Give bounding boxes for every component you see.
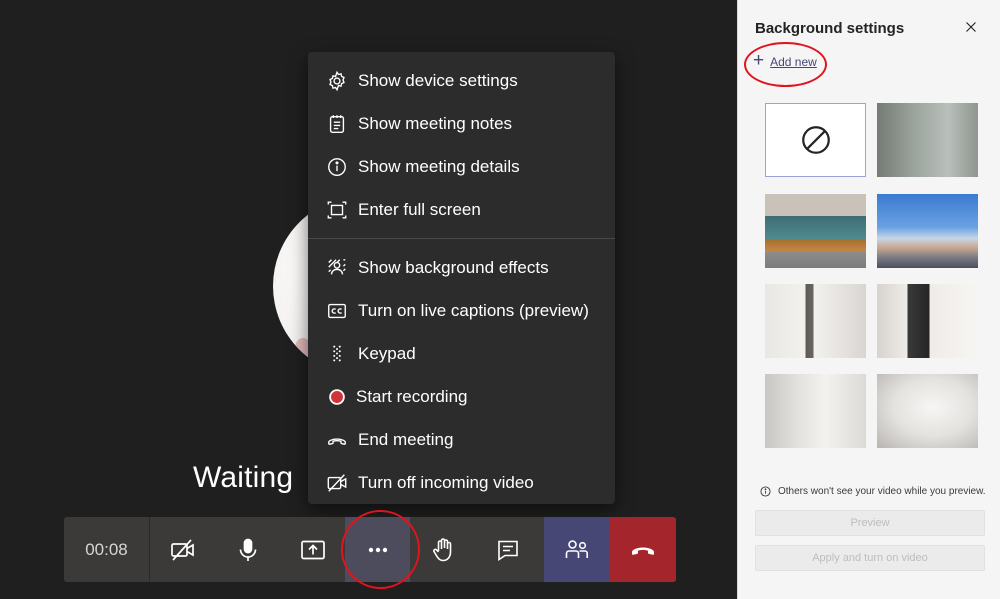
background-option-room[interactable] (877, 284, 978, 358)
background-effects-icon (326, 257, 348, 279)
chat-icon (497, 540, 518, 561)
background-option-room[interactable] (765, 284, 866, 358)
menu-item-background-effects[interactable]: Show background effects (308, 246, 615, 289)
background-option-office[interactable] (765, 194, 866, 268)
menu-item-full-screen[interactable]: Enter full screen (308, 188, 615, 231)
preview-note-text: Others won't see your video while you pr… (778, 486, 986, 497)
background-option-room[interactable] (877, 374, 978, 448)
captions-icon (326, 300, 348, 322)
microphone-button[interactable] (215, 517, 280, 582)
menu-divider (308, 238, 615, 239)
more-actions-button[interactable] (345, 517, 410, 582)
menu-item-label: Show meeting details (358, 156, 520, 176)
background-option-none[interactable] (765, 103, 866, 177)
menu-item-label: Start recording (356, 386, 468, 406)
video-off-icon (326, 472, 348, 494)
hang-up-icon (631, 547, 654, 555)
preview-note: Others won't see your video while you pr… (760, 486, 986, 497)
background-settings-panel: Background settings + Add new Others won… (737, 0, 1000, 599)
record-icon (326, 386, 348, 408)
plus-icon: + (753, 49, 765, 71)
menu-item-label: Turn on live captions (preview) (358, 300, 589, 320)
end-meeting-icon (326, 429, 348, 451)
apply-button[interactable]: Apply and turn on video (755, 545, 985, 571)
menu-item-start-recording[interactable]: Start recording (308, 375, 615, 418)
preview-button[interactable]: Preview (755, 510, 985, 536)
hang-up-button[interactable] (609, 517, 676, 582)
menu-item-meeting-details[interactable]: Show meeting details (308, 145, 615, 188)
camera-off-icon (170, 538, 194, 561)
more-actions-menu: Show device settings Show meeting notes … (308, 52, 615, 504)
call-toolbar: 00:08 (64, 517, 676, 582)
chat-button[interactable] (475, 517, 540, 582)
gear-icon (326, 70, 348, 92)
info-icon (326, 156, 348, 178)
microphone-icon (239, 538, 256, 561)
info-icon (760, 486, 771, 497)
waiting-text: Waiting (193, 461, 294, 494)
menu-item-incoming-video[interactable]: Turn off incoming video (308, 461, 615, 504)
share-screen-button[interactable] (280, 517, 345, 582)
background-option-room[interactable] (765, 374, 866, 448)
menu-item-label: Keypad (358, 343, 416, 363)
menu-item-end-meeting[interactable]: End meeting (308, 418, 615, 461)
participants-button[interactable] (544, 517, 609, 582)
close-icon (966, 22, 976, 32)
menu-item-meeting-notes[interactable]: Show meeting notes (308, 102, 615, 145)
participants-icon (565, 539, 588, 558)
menu-item-label: End meeting (358, 429, 454, 449)
add-new-button[interactable]: + Add new (753, 49, 817, 71)
menu-item-label: Turn off incoming video (358, 472, 534, 492)
raise-hand-button[interactable] (410, 517, 475, 582)
menu-item-label: Show device settings (358, 70, 518, 90)
raise-hand-icon (432, 537, 451, 561)
panel-title: Background settings (755, 20, 905, 37)
background-option-beach[interactable] (877, 194, 978, 268)
fullscreen-icon (326, 199, 348, 221)
camera-toggle-button[interactable] (150, 517, 215, 582)
menu-item-label: Show meeting notes (358, 113, 513, 133)
menu-item-label: Show background effects (358, 257, 549, 277)
menu-item-live-captions[interactable]: Turn on live captions (preview) (308, 289, 615, 332)
menu-item-device-settings[interactable]: Show device settings (308, 59, 615, 102)
more-actions-icon (368, 547, 387, 552)
close-button[interactable] (962, 18, 980, 36)
no-background-icon (801, 126, 830, 154)
background-option-blur[interactable] (877, 103, 978, 177)
add-new-label: Add new (770, 55, 817, 69)
call-timer: 00:08 (64, 517, 150, 582)
notes-icon (326, 113, 348, 135)
menu-item-keypad[interactable]: Keypad (308, 332, 615, 375)
menu-item-label: Enter full screen (358, 199, 481, 219)
keypad-icon (326, 343, 348, 365)
share-screen-icon (300, 540, 325, 559)
